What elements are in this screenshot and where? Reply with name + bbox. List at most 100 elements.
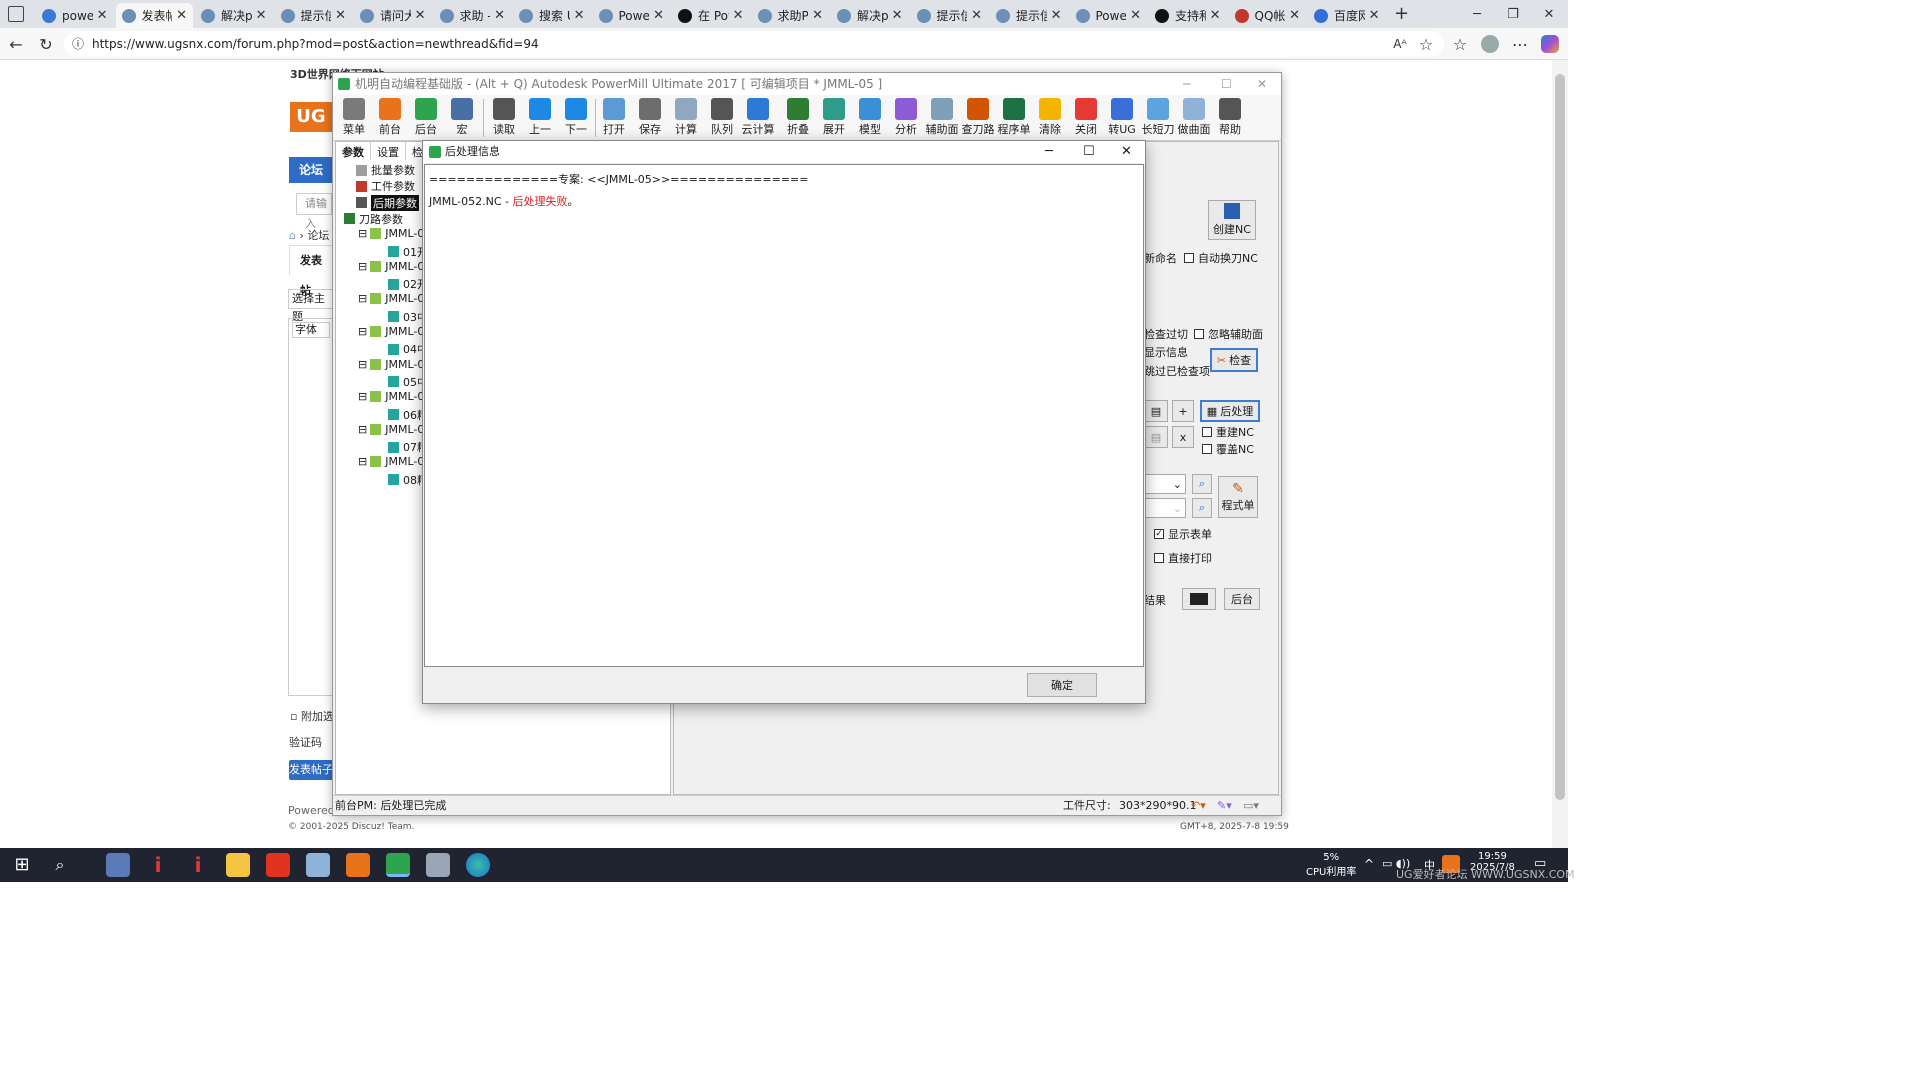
browser-tab[interactable]: 支持和 ✕ bbox=[1149, 3, 1227, 28]
tab-close-icon[interactable]: ✕ bbox=[971, 8, 982, 23]
collapse-toggle-icon[interactable]: ⊟ bbox=[358, 390, 367, 403]
toolpath-group[interactable]: ⊟ JMML-0 bbox=[358, 358, 424, 371]
collapse-toggle-icon[interactable]: ⊟ bbox=[358, 260, 367, 273]
browser-tab[interactable]: 百度网 ✕ bbox=[1308, 3, 1386, 28]
collapse-toggle-icon[interactable]: ⊟ bbox=[358, 455, 367, 468]
toolpath-group[interactable]: ⊟ JMML-0 bbox=[358, 325, 424, 338]
tab-close-icon[interactable]: ✕ bbox=[812, 8, 823, 23]
tab-actions-icon[interactable] bbox=[8, 6, 24, 22]
tab-close-icon[interactable]: ✕ bbox=[494, 8, 505, 23]
select-theme-dropdown[interactable]: 选择主题 bbox=[288, 289, 334, 323]
jiming-taskbar-icon[interactable] bbox=[386, 853, 410, 877]
page-scrollbar[interactable] bbox=[1552, 60, 1568, 848]
wps-icon[interactable] bbox=[266, 853, 290, 877]
toolpath-group[interactable]: ⊟ JMML-0 bbox=[358, 423, 424, 436]
scrollbar-thumb[interactable] bbox=[1555, 74, 1565, 800]
toolbar-button-sliders[interactable]: 读取 bbox=[487, 97, 521, 139]
toolbar-button-surface[interactable]: 辅助面 bbox=[925, 97, 959, 139]
tab-settings[interactable]: 设置 bbox=[371, 142, 406, 160]
tab-close-icon[interactable]: ✕ bbox=[97, 8, 108, 23]
toolpath-group[interactable]: ⊟ JMML-0 bbox=[358, 227, 424, 240]
toolpath-group[interactable]: ⊟ JMML-0 bbox=[358, 292, 424, 305]
search-input[interactable]: 请输入 bbox=[296, 193, 332, 230]
toolbar-button-save[interactable]: 保存 bbox=[633, 97, 667, 139]
tree-node[interactable]: 工件参数 bbox=[356, 178, 415, 194]
site-info-icon[interactable]: ⓘ bbox=[72, 31, 84, 57]
close-window-icon[interactable]: ✕ bbox=[1526, 0, 1572, 28]
tab-close-icon[interactable]: ✕ bbox=[1289, 8, 1300, 23]
file-explorer-icon[interactable] bbox=[226, 853, 250, 877]
font-select[interactable]: 字体 bbox=[292, 322, 330, 338]
collapse-toggle-icon[interactable]: ⊟ bbox=[358, 325, 367, 338]
toolbar-button-close-circle[interactable]: 关闭 bbox=[1069, 97, 1103, 139]
more-menu-icon[interactable]: ⋯ bbox=[1508, 32, 1532, 56]
tab-close-icon[interactable]: ✕ bbox=[256, 8, 267, 23]
profile-avatar[interactable] bbox=[1478, 32, 1502, 56]
taskbar-app-i-icon[interactable]: i bbox=[186, 853, 210, 877]
favorite-star-icon[interactable]: ☆ bbox=[1414, 32, 1438, 56]
browser-tab[interactable]: 搜索 U ✕ bbox=[513, 3, 591, 28]
pm-close-icon[interactable]: ✕ bbox=[1257, 73, 1267, 95]
toolpath-group[interactable]: ⊟ JMML-0 bbox=[358, 260, 424, 273]
browser-tab[interactable]: QQ帐号✕ bbox=[1229, 3, 1307, 28]
auto-tool-change-checkbox[interactable]: 自动换刀NC bbox=[1184, 250, 1258, 266]
browser-tab[interactable]: power ✕ bbox=[36, 3, 114, 28]
browser-tab[interactable]: Power✕ bbox=[1070, 3, 1148, 28]
browser-tab[interactable]: 解决pr ✕ bbox=[195, 3, 273, 28]
tab-close-icon[interactable]: ✕ bbox=[1051, 8, 1062, 23]
collapse-toggle-icon[interactable]: ⊟ bbox=[358, 358, 367, 371]
ignore-aux-checkbox[interactable]: 忽略辅助面 bbox=[1194, 326, 1263, 342]
back-icon[interactable]: ← bbox=[4, 32, 28, 56]
toolpath-group[interactable]: ⊟ JMML-0 bbox=[358, 390, 424, 403]
pm-maximize-icon[interactable]: ☐ bbox=[1221, 73, 1232, 95]
pm-minimize-icon[interactable]: ─ bbox=[1183, 73, 1190, 95]
tab-params[interactable]: 参数 bbox=[336, 142, 371, 160]
tree-node[interactable]: 批量参数 bbox=[356, 162, 415, 178]
copilot-icon[interactable] bbox=[1538, 32, 1562, 56]
notification-icon[interactable]: ▭ bbox=[1534, 856, 1546, 871]
dialog-minimize-icon[interactable]: ─ bbox=[1045, 141, 1053, 163]
toolbar-button-excel[interactable]: 程序单 bbox=[997, 97, 1031, 139]
browser-tab[interactable]: 提示信 ✕ bbox=[275, 3, 353, 28]
editor-area[interactable]: 字体 bbox=[288, 318, 334, 696]
folder-dropdown-icon[interactable]: ▭▾ bbox=[1243, 796, 1259, 816]
show-sheet-checkbox[interactable]: ✓ 显示表单 bbox=[1154, 526, 1212, 542]
post-tab[interactable]: 发表帖 bbox=[289, 245, 333, 297]
rebuild-nc-checkbox[interactable]: 重建NC bbox=[1202, 424, 1254, 440]
taskbar-app-i-icon[interactable]: i bbox=[146, 853, 170, 877]
home-icon[interactable]: ⌂ bbox=[289, 229, 296, 242]
terminal-button[interactable] bbox=[1182, 588, 1216, 610]
toolbar-button-macro[interactable]: 宏 bbox=[445, 97, 479, 139]
toolbar-button-ruler[interactable]: 长短刀 bbox=[1141, 97, 1175, 139]
tab-close-icon[interactable]: ✕ bbox=[335, 8, 346, 23]
nav-forum-tab[interactable]: 论坛 bbox=[289, 157, 333, 183]
tab-close-icon[interactable]: ✕ bbox=[415, 8, 426, 23]
browser-tab[interactable]: 请问大 ✕ bbox=[354, 3, 432, 28]
browser-tab[interactable]: Power✕ bbox=[593, 3, 671, 28]
tab-close-icon[interactable]: ✕ bbox=[574, 8, 585, 23]
undo-icon[interactable]: ↶▾ bbox=[1191, 796, 1206, 816]
collapse-toggle-icon[interactable]: ⊟ bbox=[358, 227, 367, 240]
toolbar-button-queue[interactable]: 队列 bbox=[705, 97, 739, 139]
remove-post-button[interactable]: x bbox=[1172, 426, 1194, 448]
tree-node[interactable]: 后期参数 bbox=[356, 194, 419, 211]
read-aloud-icon[interactable]: Aᴬ bbox=[1388, 32, 1412, 56]
overwrite-nc-checkbox[interactable]: 覆盖NC bbox=[1202, 441, 1254, 457]
toolbar-button-warning[interactable]: 清除 bbox=[1033, 97, 1067, 139]
tab-close-icon[interactable]: ✕ bbox=[1130, 8, 1141, 23]
windows-start-icon[interactable]: ⊞ bbox=[10, 853, 34, 877]
new-tab-icon[interactable]: + bbox=[1394, 3, 1409, 24]
url-field[interactable]: ⓘ https://www.ugsnx.com/forum.php?mod=po… bbox=[64, 31, 1444, 57]
search-icon[interactable]: ⌕ bbox=[48, 853, 72, 877]
toolbar-button-expand[interactable]: 展开 bbox=[817, 97, 851, 139]
toolbar-button-cube[interactable]: 模型 bbox=[853, 97, 887, 139]
browser-tab[interactable]: 发表帖 ✕ bbox=[115, 3, 193, 28]
tab-close-icon[interactable]: ✕ bbox=[1210, 8, 1221, 23]
toolbar-button-p-doc[interactable]: 前台 bbox=[373, 97, 407, 139]
background-button[interactable]: 后台 bbox=[1224, 588, 1260, 610]
powermill-taskbar-icon[interactable] bbox=[346, 853, 370, 877]
breadcrumb-forum[interactable]: 论坛 bbox=[307, 229, 329, 242]
toolbar-button-calculator[interactable]: 计算 bbox=[669, 97, 703, 139]
toolbar-button-tools[interactable]: 查刀路 bbox=[961, 97, 995, 139]
toolbar-button-gear[interactable]: 菜单 bbox=[337, 97, 371, 139]
